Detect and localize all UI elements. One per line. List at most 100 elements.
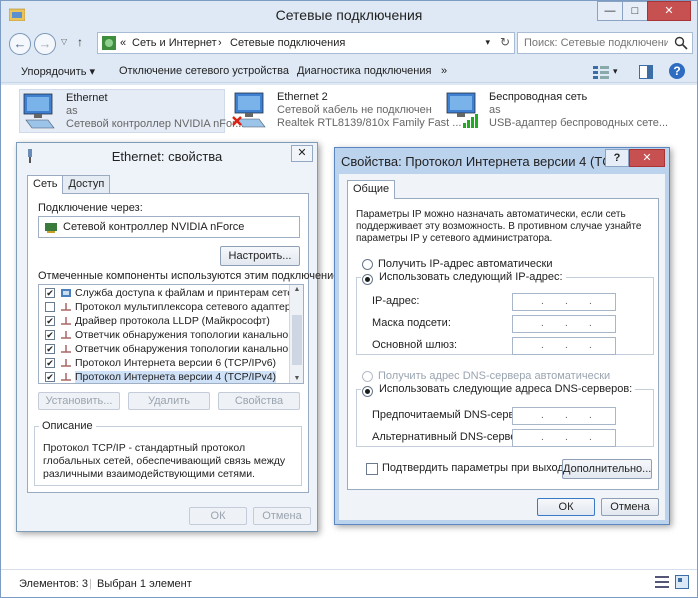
- organize-menu[interactable]: Упорядочить ▾: [21, 65, 95, 78]
- component-label: Протокол Интернета версии 6 (TCP/IPv6): [75, 357, 277, 369]
- connection-wireless[interactable]: Беспроводная сеть as USB-адаптер беспров…: [443, 89, 668, 133]
- component-row[interactable]: ✔ Служба доступа к файлам и принтерам се…: [39, 286, 289, 300]
- connection-device: Сетевой контроллер NVIDIA nFor...: [66, 118, 245, 130]
- component-checkbox[interactable]: ✔: [45, 316, 55, 326]
- connection-ethernet[interactable]: Ethernet as Сетевой контроллер NVIDIA nF…: [19, 89, 244, 133]
- manual-ip-radio[interactable]: [362, 274, 373, 285]
- network-location-icon: [102, 36, 116, 50]
- breadcrumb-separator[interactable]: ›: [218, 37, 222, 49]
- component-checkbox[interactable]: ✔: [45, 358, 55, 368]
- view-options-icon[interactable]: [593, 65, 609, 79]
- auto-ip-label[interactable]: Получить IP-адрес автоматически: [378, 258, 552, 270]
- description-title: Описание: [42, 420, 93, 432]
- adapter-name: Сетевой контроллер NVIDIA nForce: [63, 221, 245, 233]
- scroll-thumb[interactable]: [292, 315, 302, 365]
- validate-checkbox[interactable]: [366, 463, 378, 475]
- tab-network[interactable]: Сеть: [27, 175, 64, 194]
- refresh-icon[interactable]: ↻: [500, 35, 510, 49]
- disable-device-button[interactable]: Отключение сетевого устройства: [119, 65, 289, 77]
- connection-ethernet-2[interactable]: Ethernet 2 Сетевой кабель не подключен R…: [231, 89, 461, 133]
- auto-ip-radio[interactable]: [362, 259, 373, 270]
- component-checkbox[interactable]: ✔: [45, 288, 55, 298]
- breadcrumb-network-internet[interactable]: Сеть и Интернет: [132, 37, 217, 49]
- dialog-close-button[interactable]: ✕: [291, 145, 313, 162]
- tab-sharing[interactable]: Доступ: [62, 175, 111, 193]
- component-checkbox[interactable]: [45, 302, 55, 312]
- manual-ip-label[interactable]: Использовать следующий IP-адрес:: [361, 271, 566, 283]
- component-checkbox[interactable]: ✔: [45, 330, 55, 340]
- maximize-button[interactable]: □: [622, 1, 648, 21]
- search-icon[interactable]: [674, 36, 688, 50]
- diagnose-connection-button[interactable]: Диагностика подключения: [297, 65, 431, 77]
- tiles-view-icon[interactable]: [675, 575, 689, 589]
- protocol-icon: [61, 359, 71, 367]
- configure-button[interactable]: Настроить...: [220, 246, 300, 266]
- network-tab-panel: Подключение через: Сетевой контроллер NV…: [27, 193, 350, 493]
- network-adapter-icon: [23, 93, 55, 129]
- view-dropdown-icon[interactable]: ▾: [613, 66, 618, 77]
- components-scrollbar[interactable]: ▲ ▼: [289, 285, 303, 383]
- address-dropdown-icon[interactable]: ▾: [485, 37, 490, 48]
- network-adapter-disconnected-icon: [232, 92, 266, 128]
- ip-address-field[interactable]: ...: [512, 293, 616, 311]
- ip-address-label: IP-адрес:: [372, 295, 420, 307]
- auto-dns-radio[interactable]: [362, 371, 373, 382]
- cancel-button[interactable]: Отмена: [253, 507, 311, 525]
- back-arrow-icon[interactable]: ←: [9, 33, 31, 55]
- cancel-button[interactable]: Отмена: [601, 498, 659, 516]
- advanced-button[interactable]: Дополнительно...: [562, 459, 652, 479]
- component-label: Служба доступа к файлам и принтерам сете…: [75, 287, 289, 299]
- preview-pane-icon[interactable]: [639, 65, 653, 79]
- recent-dropdown-icon[interactable]: ▽: [61, 37, 67, 46]
- scroll-up-icon[interactable]: ▲: [290, 286, 303, 293]
- wireless-adapter-icon: [446, 92, 478, 128]
- description-text: Протокол TCP/IP - стандартный протокол г…: [43, 442, 286, 480]
- component-checkbox[interactable]: ✔: [45, 372, 55, 382]
- close-button[interactable]: ✕: [647, 1, 691, 21]
- more-commands-button[interactable]: »: [441, 65, 447, 77]
- details-view-icon[interactable]: [655, 576, 669, 588]
- component-row[interactable]: Протокол мультиплексора сетевого адаптер…: [39, 300, 289, 314]
- connection-name: Ethernet 2: [277, 91, 328, 103]
- address-bar[interactable]: « Сеть и Интернет › Сетевые подключения …: [97, 32, 515, 54]
- tab-general[interactable]: Общие: [347, 180, 396, 199]
- gateway-field[interactable]: ...: [512, 337, 616, 355]
- adapter-box: Сетевой контроллер NVIDIA nForce: [38, 216, 300, 238]
- minimize-button[interactable]: —: [597, 1, 623, 21]
- remove-button[interactable]: Удалить: [128, 392, 210, 410]
- alternate-dns-field[interactable]: ...: [512, 429, 616, 447]
- component-checkbox[interactable]: ✔: [45, 344, 55, 354]
- description-group: Описание Протокол TCP/IP - стандартный п…: [34, 420, 302, 486]
- subnet-mask-field[interactable]: ...: [512, 315, 616, 333]
- search-input[interactable]: [518, 33, 668, 53]
- address-prefix[interactable]: «: [120, 37, 126, 49]
- help-button[interactable]: ?: [605, 149, 629, 167]
- component-row-selected[interactable]: ✔ Протокол Интернета версии 4 (TCP/IPv4): [39, 370, 289, 383]
- component-row[interactable]: ✔ Протокол Интернета версии 6 (TCP/IPv6): [39, 356, 289, 370]
- protocol-icon: [61, 317, 71, 325]
- component-row[interactable]: ✔ Ответчик обнаружения топологии канальн…: [39, 328, 289, 342]
- component-row[interactable]: ✔ Драйвер протокола LLDP (Майкрософт): [39, 314, 289, 328]
- properties-button[interactable]: Свойства: [218, 392, 300, 410]
- search-box[interactable]: [517, 32, 693, 54]
- help-icon[interactable]: ?: [669, 63, 685, 79]
- preferred-dns-field[interactable]: ...: [512, 407, 616, 425]
- manual-dns-label[interactable]: Использовать следующие адреса DNS-сервер…: [361, 383, 635, 395]
- scroll-down-icon[interactable]: ▼: [290, 375, 303, 382]
- validate-label[interactable]: Подтвердить параметры при выходе: [382, 462, 570, 474]
- manual-dns-radio[interactable]: [362, 386, 373, 397]
- auto-dns-label[interactable]: Получить адрес DNS-сервера автоматически: [378, 370, 610, 382]
- component-label: Драйвер протокола LLDP (Майкрософт): [75, 315, 270, 327]
- connection-name: Ethernet: [66, 92, 108, 104]
- dialog-close-button[interactable]: ✕: [629, 149, 665, 167]
- component-row[interactable]: ✔ Ответчик обнаружения топологии канальн…: [39, 342, 289, 356]
- forward-arrow-icon[interactable]: →: [34, 33, 56, 55]
- ok-button[interactable]: ОК: [537, 498, 595, 516]
- install-button[interactable]: Установить...: [38, 392, 120, 410]
- ok-button[interactable]: ОК: [189, 507, 247, 525]
- breadcrumb-network-connections[interactable]: Сетевые подключения: [230, 37, 345, 49]
- components-list[interactable]: ✔ Служба доступа к файлам и принтерам се…: [38, 284, 304, 384]
- up-arrow-icon[interactable]: ↑: [77, 35, 83, 49]
- preferred-dns-label: Предпочитаемый DNS-сервер:: [372, 409, 530, 421]
- connection-name: Беспроводная сеть: [489, 91, 588, 103]
